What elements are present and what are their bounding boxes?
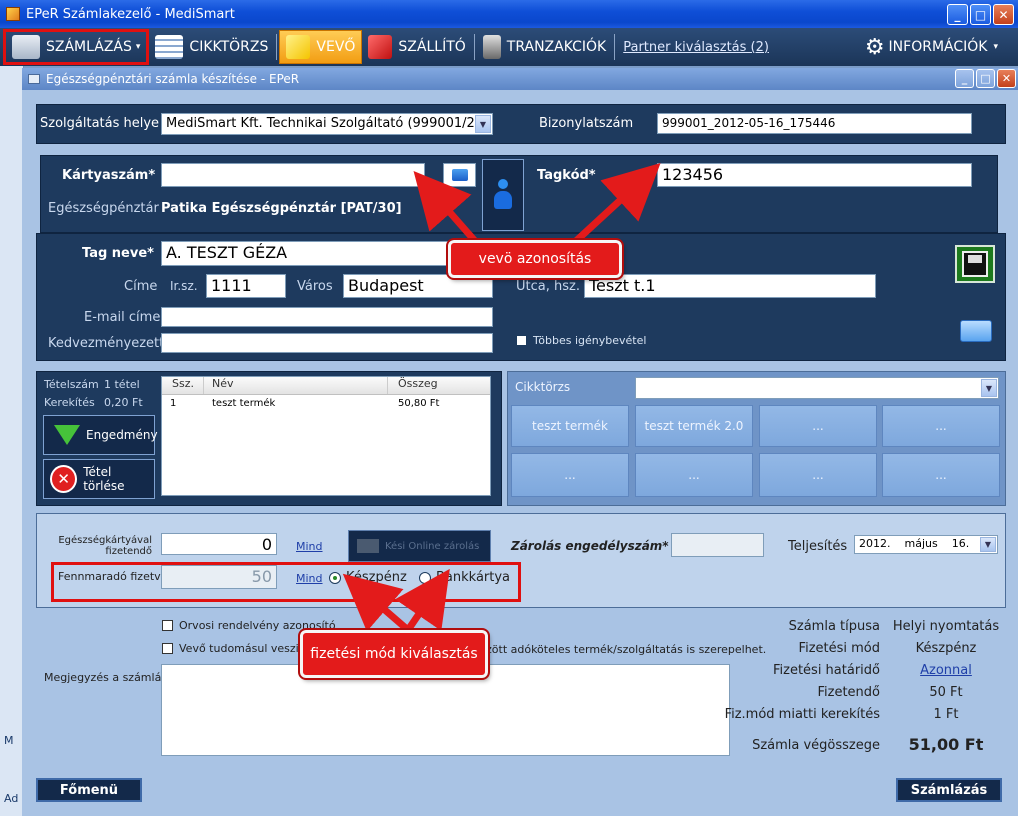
arrow-to-member-code (573, 163, 661, 244)
annotation-arrows (342, 163, 661, 633)
payment-mode-callout: fizetési mód kiválasztás (298, 628, 490, 680)
arrow-to-card-number (413, 170, 478, 244)
arrow-to-cash (342, 573, 411, 633)
buyer-id-callout: vevö azonosítás (446, 238, 624, 280)
arrow-to-bankcard (395, 568, 450, 632)
